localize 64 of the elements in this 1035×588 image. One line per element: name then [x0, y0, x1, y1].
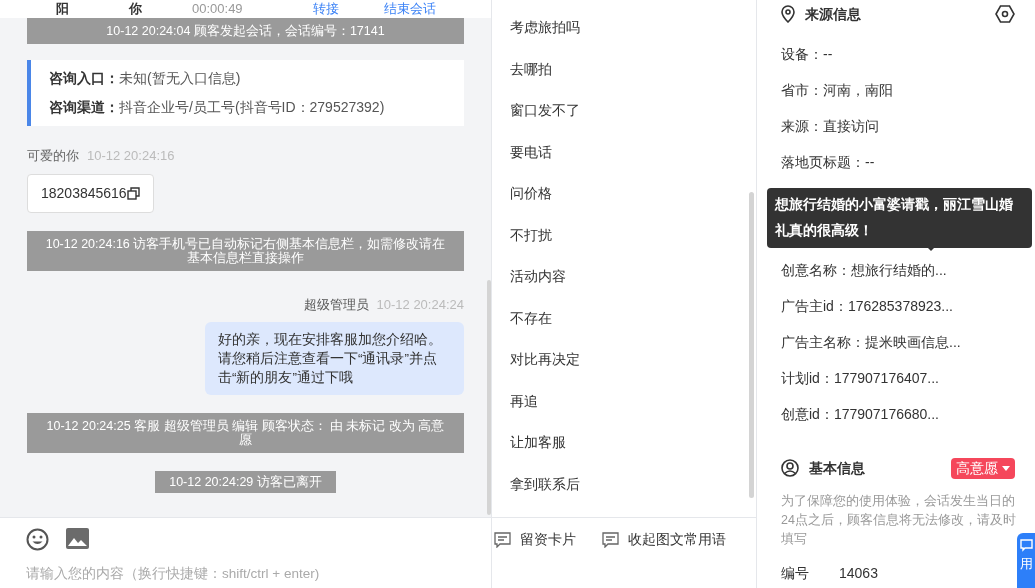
field-label: 编号: [781, 564, 809, 583]
quick-reply-item[interactable]: 拿到联系后: [510, 465, 580, 507]
toolbar-button[interactable]: 收起图文常用语: [602, 530, 726, 551]
source-field: 省市：河南，南阳: [781, 72, 893, 108]
quick-reply-item[interactable]: 窗口发不了: [510, 92, 580, 134]
settings-icon[interactable]: [995, 5, 1015, 23]
image-icon[interactable]: [66, 528, 89, 549]
chat-icon: [1019, 539, 1033, 552]
quick-reply-item[interactable]: 考虑旅拍吗: [510, 9, 580, 51]
source-field: 创意名称：想旅行结婚的...: [781, 252, 947, 288]
system-notice: 10-12 20:24:16 访客手机号已自动标记右侧基本信息栏，如需修改请在基本信息栏直接操作: [27, 230, 464, 271]
message-icon: [494, 532, 511, 549]
caret-icon: [1002, 465, 1010, 471]
quick-reply-item[interactable]: 不存在: [510, 299, 552, 341]
quick-reply-item[interactable]: 去哪拍: [510, 50, 552, 92]
quick-reply-item[interactable]: 再追: [510, 382, 538, 424]
info-label: 咨询渠道：: [49, 98, 119, 117]
message-bubble: 好的亲，现在安排客服加您介绍哈。请您稍后注意查看一下“通讯录”并点击“新的朋友”通过下哦: [205, 322, 464, 395]
user-icon: [781, 459, 799, 477]
status-dropdown[interactable]: 高意愿: [951, 457, 1015, 479]
system-notice: 10-12 20:24:04 顾客发起会话，会话编号：17141: [27, 18, 464, 44]
header-link[interactable]: 转接: [312, 0, 339, 18]
message-time: 10-12 20:24:16: [87, 147, 175, 165]
scrollbar[interactable]: [487, 280, 491, 515]
info-label: 咨询入口：: [49, 69, 119, 88]
quick-reply-item[interactable]: 对比再决定: [510, 341, 580, 383]
source-field: 创意id：177907176680...: [781, 396, 939, 432]
quick-reply-item[interactable]: 不打扰: [510, 216, 552, 258]
source-field: 落地页标题：--: [781, 144, 875, 180]
system-notice: 10-12 20:24:29 访客已离开: [155, 471, 336, 493]
section-title: 来源信息: [805, 4, 861, 24]
session-timer: 00:00:49: [192, 0, 243, 18]
visitor-name: 你: [129, 0, 142, 18]
location-pin-icon: [781, 5, 795, 23]
source-field: 设备：--: [781, 36, 833, 72]
smiley-icon[interactable]: [26, 528, 49, 551]
source-field: 广告主id：176285378923...: [781, 288, 953, 324]
toolbar-button[interactable]: 留资卡片: [494, 530, 576, 551]
tooltip: 想旅行结婚的小富婆请戳，丽江雪山婚礼真的很高级！: [767, 188, 1032, 248]
info-value: 未知(暂无入口信息): [119, 69, 241, 88]
message-icon: [602, 532, 619, 549]
floating-button[interactable]: 用: [1017, 533, 1035, 588]
source-field: 广告主名称：提米映画信息...: [781, 324, 961, 360]
quick-reply-item[interactable]: 要电话: [510, 133, 552, 175]
info-value: 抖音企业号/员工号(抖音号ID：279527392): [119, 98, 385, 117]
sender-name: 可爱的你: [27, 147, 79, 165]
header-link[interactable]: 结束会话: [383, 0, 436, 18]
field-value: 14063: [839, 564, 878, 583]
source-field: 来源：直接访问: [781, 108, 879, 144]
system-notice: 10-12 20:24:25 客服 超级管理员 编辑 顾客状态： 由 未标记 改为 高意愿: [27, 413, 464, 453]
section-title: 基本信息: [809, 458, 865, 478]
quick-reply-item[interactable]: 活动内容: [510, 258, 566, 300]
source-field: 计划id：177907176407...: [781, 360, 939, 396]
quick-reply-item[interactable]: 问价格: [510, 175, 552, 217]
visitor-name: 阳: [56, 0, 69, 18]
message-input[interactable]: 请输入您的内容（换行快捷键：shift/ctrl + enter): [0, 559, 491, 588]
notice-text: 为了保障您的使用体验，会话发生当日的24点之后，顾客信息将无法修改，请及时填写: [781, 493, 1017, 548]
phone-number: 18203845616: [41, 183, 127, 203]
copy-icon[interactable]: [126, 186, 140, 200]
quick-reply-item[interactable]: 让加客服: [510, 424, 566, 466]
tooltip-arrow: [926, 246, 936, 251]
sender-name: 超级管理员: [303, 295, 369, 314]
scrollbar[interactable]: [749, 192, 754, 498]
message-time: 10-12 20:24:24: [376, 295, 464, 314]
